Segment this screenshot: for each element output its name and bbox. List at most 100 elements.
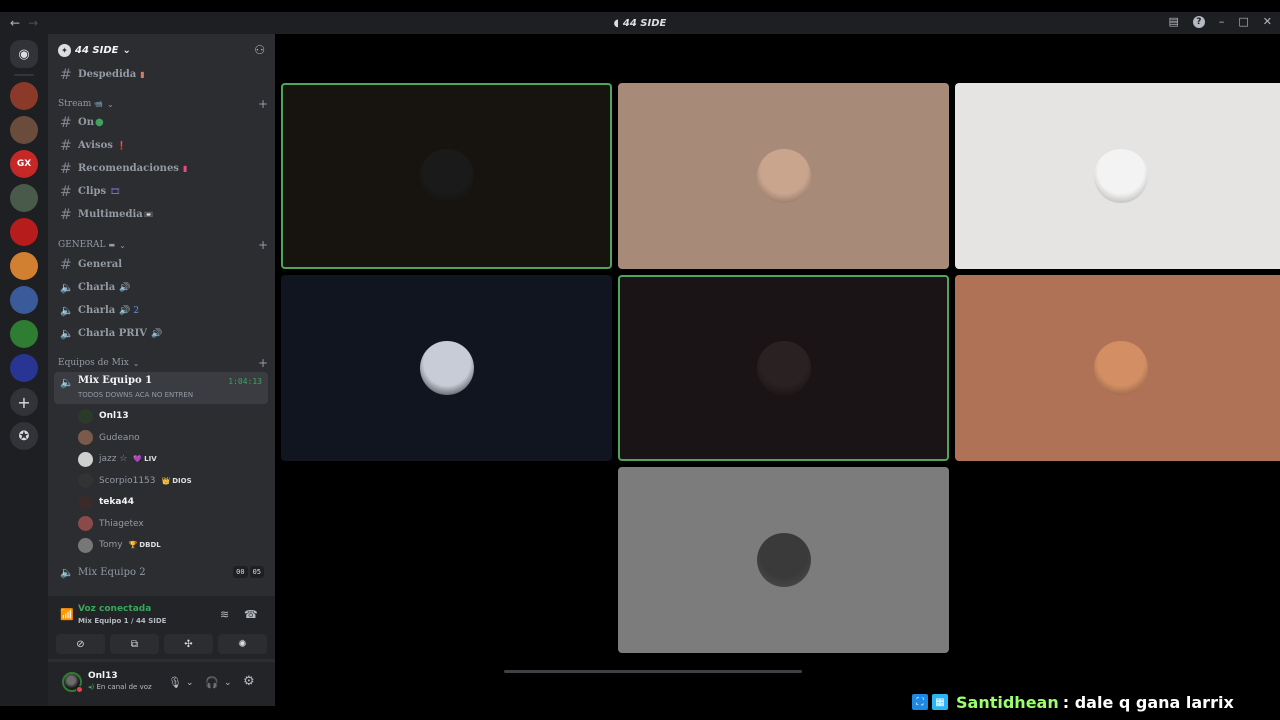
voice-channel-name: Mix Equipo 2 bbox=[78, 566, 146, 578]
avatar bbox=[756, 533, 811, 587]
window-controls: ▤ ? – □ ✕ bbox=[1168, 15, 1272, 28]
discord-icon[interactable]: ◉ bbox=[10, 40, 38, 68]
minimize-button[interactable]: – bbox=[1219, 15, 1225, 28]
forward-arrow-icon[interactable]: → bbox=[28, 16, 38, 30]
voice-user[interactable]: Thiagetex bbox=[78, 514, 258, 534]
channel-name: Charla bbox=[78, 282, 116, 293]
guild-badge-icon: ✦ bbox=[58, 43, 71, 57]
channel-name: Multimedia bbox=[78, 209, 143, 220]
voice-user-name: Tomy bbox=[99, 540, 123, 550]
participant-tile[interactable] bbox=[281, 275, 612, 461]
inbox-icon[interactable]: ▤ bbox=[1168, 15, 1178, 28]
channel-clips[interactable]: # Clips 🎞 bbox=[54, 181, 267, 202]
channel-avisos[interactable]: # Avisos ❗ bbox=[54, 135, 267, 156]
guild-header[interactable]: ✦ 44 SIDE ⌄ ⚇ bbox=[48, 34, 275, 66]
channel-charla-2[interactable]: 🔈 Charla 🔊 2 bbox=[54, 300, 267, 321]
channel-recomendaciones[interactable]: # Recomendaciones ▮ bbox=[54, 158, 267, 179]
role-tag-icon: 🏆 bbox=[128, 541, 138, 549]
channel-name: Recomendaciones bbox=[78, 163, 179, 174]
voice-user[interactable]: jazz ☆ 💜 LIV bbox=[78, 449, 258, 469]
maximize-button[interactable]: □ bbox=[1238, 15, 1248, 28]
title-bar: ← → ◖ 44 SIDE ▤ ? – □ ✕ bbox=[0, 12, 1280, 34]
voice-status-title[interactable]: Voz conectada bbox=[78, 604, 151, 614]
server-icon[interactable] bbox=[10, 116, 38, 144]
server-icon[interactable] bbox=[10, 184, 38, 212]
channel-general[interactable]: # General bbox=[54, 254, 267, 275]
participant-tile[interactable] bbox=[281, 83, 612, 269]
settings-icon[interactable]: ⚙ bbox=[243, 674, 255, 689]
disconnect-icon[interactable]: ☎ bbox=[244, 608, 258, 621]
screen-share-button[interactable]: ⧉ bbox=[110, 634, 159, 654]
category-general[interactable]: GENERAL ▬ ⌄ + bbox=[58, 237, 268, 253]
headphones-icon[interactable]: 🎧 bbox=[205, 676, 219, 689]
avatar bbox=[419, 149, 474, 203]
server-icon[interactable] bbox=[10, 218, 38, 246]
voice-user[interactable]: Gudeano bbox=[78, 428, 258, 448]
channel-emoji: 🔊 2 bbox=[119, 305, 140, 316]
microphone-icon[interactable]: 🎙 bbox=[168, 676, 182, 689]
explore-icon[interactable]: ✪ bbox=[10, 422, 38, 450]
activities-button[interactable]: ✣ bbox=[164, 634, 213, 654]
signal-icon[interactable]: 📶 bbox=[60, 608, 74, 621]
channel-on[interactable]: # On ● bbox=[54, 112, 267, 133]
voice-connected-panel: 📶 Voz conectada Mix Equipo 1 / 44 SIDE ≋… bbox=[48, 596, 275, 660]
back-arrow-icon[interactable]: ← bbox=[10, 16, 20, 30]
participant-tile[interactable] bbox=[618, 467, 949, 653]
voice-channel-mix-equipo-1[interactable]: 🔈 Mix Equipo 1 TODOS DOWNS ACA NO ENTREN… bbox=[54, 372, 268, 404]
participant-tile[interactable] bbox=[618, 275, 949, 461]
role-tag: 🏆 DBDL bbox=[129, 541, 161, 549]
server-icon[interactable] bbox=[10, 252, 38, 280]
soundboard-button[interactable]: ✺ bbox=[218, 634, 267, 654]
channel-charla-priv[interactable]: 🔈 Charla PRIV 🔊 bbox=[54, 323, 267, 344]
username[interactable]: Onl13 bbox=[88, 671, 118, 681]
speaker-icon: 🔈 bbox=[60, 327, 74, 340]
avatar bbox=[78, 430, 93, 445]
camera-off-button[interactable]: ⊘ bbox=[56, 634, 105, 654]
create-channel-icon[interactable]: + bbox=[258, 97, 268, 111]
server-icon[interactable] bbox=[10, 286, 38, 314]
text-channel-icon: # bbox=[60, 137, 72, 154]
text-channel-icon: # bbox=[60, 256, 72, 273]
voice-user[interactable]: Onl13 bbox=[78, 406, 258, 426]
close-button[interactable]: ✕ bbox=[1263, 15, 1272, 28]
channel-charla[interactable]: 🔈 Charla 🔊 bbox=[54, 277, 267, 298]
add-server-icon[interactable]: + bbox=[10, 388, 38, 416]
voice-user[interactable]: Tomy 🏆 DBDL bbox=[78, 535, 258, 555]
participant-tile[interactable] bbox=[955, 83, 1280, 269]
speaker-icon: 🔈 bbox=[60, 281, 74, 294]
participant-tile[interactable] bbox=[955, 275, 1280, 461]
channel-multimedia[interactable]: # Multimedia 📼 bbox=[54, 204, 267, 225]
voice-user[interactable]: Scorpio1153 👑 DIOS bbox=[78, 471, 258, 491]
participant-tile[interactable] bbox=[618, 83, 949, 269]
channel-despedida[interactable]: # Despedida ▮ bbox=[54, 64, 267, 85]
noise-suppression-icon[interactable]: ≋ bbox=[220, 608, 229, 621]
voice-status-subtitle[interactable]: Mix Equipo 1 / 44 SIDE bbox=[78, 617, 166, 625]
avatar bbox=[419, 341, 474, 395]
create-channel-icon[interactable]: + bbox=[258, 238, 268, 252]
server-icon[interactable] bbox=[10, 354, 38, 382]
avatar bbox=[78, 473, 93, 488]
text-channel-icon: # bbox=[60, 114, 72, 131]
voice-user[interactable]: teka44 bbox=[78, 492, 258, 512]
guild-name[interactable]: ✦ 44 SIDE ⌄ bbox=[58, 43, 131, 57]
horizontal-scrollbar[interactable] bbox=[504, 670, 802, 673]
voice-action-buttons: ⊘ ⧉ ✣ ✺ bbox=[56, 634, 267, 654]
category-stream[interactable]: Stream 📹 ⌄ + bbox=[58, 96, 268, 112]
chevron-down-icon[interactable]: ⌄ bbox=[224, 678, 232, 688]
invite-people-icon[interactable]: ⚇ bbox=[254, 43, 265, 57]
role-tag-text: DIOS bbox=[172, 476, 192, 485]
server-icon[interactable] bbox=[10, 82, 38, 110]
voice-channel-mix-equipo-2[interactable]: 🔈 Mix Equipo 2 00 05 bbox=[54, 562, 268, 582]
channel-name: Clips bbox=[78, 186, 107, 197]
server-icon[interactable] bbox=[10, 320, 38, 348]
server-icon[interactable]: GX bbox=[10, 150, 38, 178]
channel-emoji: ▮ bbox=[140, 70, 145, 79]
user-status-text: En canal de voz bbox=[96, 683, 152, 691]
category-equipos-de-mix[interactable]: Equipos de Mix ⌄ + bbox=[58, 355, 268, 371]
create-channel-icon[interactable]: + bbox=[258, 356, 268, 370]
voice-user-name: Onl13 bbox=[99, 411, 129, 421]
chevron-down-icon[interactable]: ⌄ bbox=[186, 678, 194, 688]
status-indicator bbox=[76, 686, 83, 693]
server-rail: ◉ GX + ✪ bbox=[0, 34, 48, 706]
help-icon[interactable]: ? bbox=[1192, 15, 1205, 28]
